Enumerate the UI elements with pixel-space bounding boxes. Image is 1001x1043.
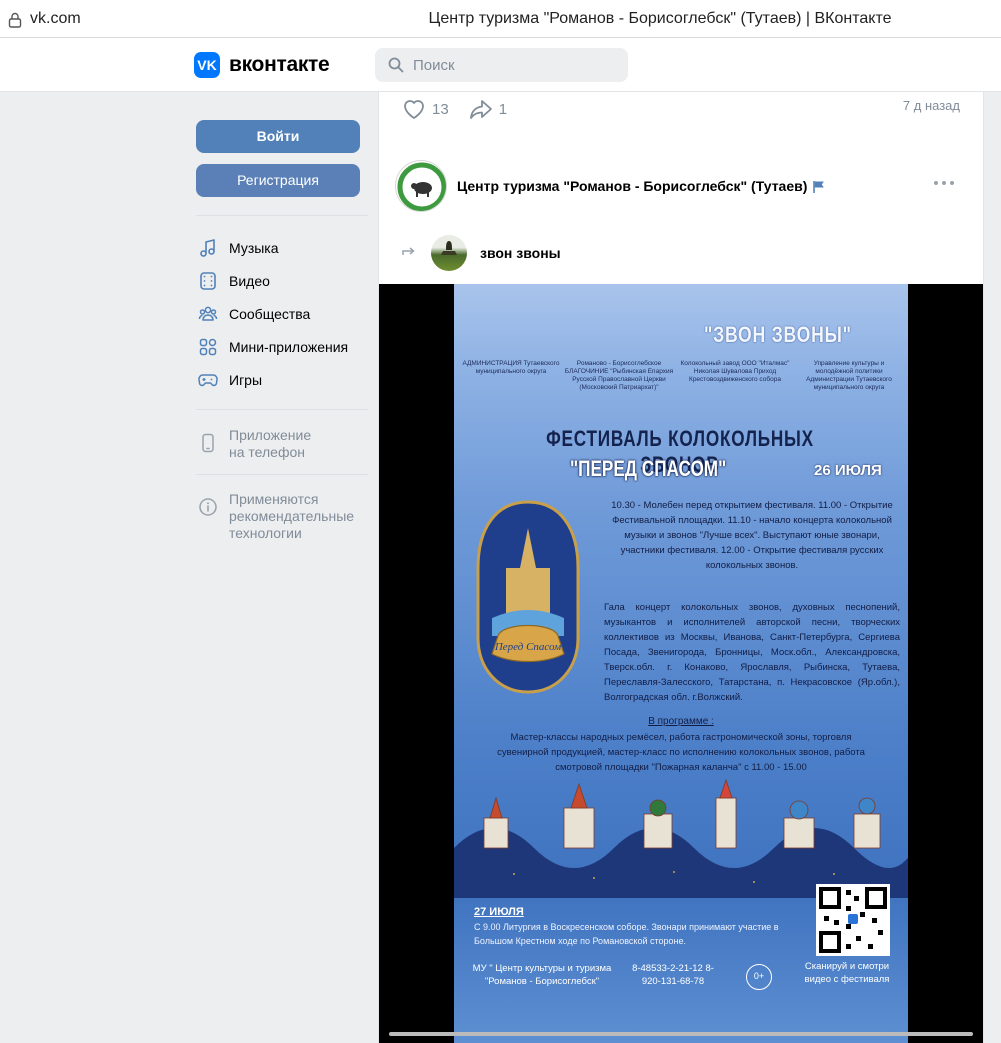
poster-org: Романово - Борисоглебское БЛАГОЧИНИЕ "Ры… bbox=[564, 360, 674, 391]
post-header: Центр туризма "Романов - Борисоглебск" (… bbox=[395, 160, 825, 212]
town-skyline-icon bbox=[454, 778, 908, 898]
sidebar-item-mini-apps[interactable]: Мини-приложения bbox=[196, 330, 368, 363]
poster-contact: МУ " Центр культуры и туризма "Романов -… bbox=[472, 963, 612, 987]
music-icon bbox=[200, 238, 215, 257]
poster-festival-name: "ПЕРЕД СПАСОМ" bbox=[570, 456, 727, 481]
feed: 13 1 7 д назад Центр туризма "Романов - … bbox=[378, 92, 984, 1043]
poster-org: АДМИНИСТРАЦИЯ Тутаевского муниципального… bbox=[462, 360, 560, 375]
poster-scan-note: Сканируй и смотри видео с фестиваля bbox=[804, 961, 890, 985]
sidebar-divider bbox=[196, 409, 368, 410]
sidebar-item-label: Видео bbox=[229, 272, 270, 289]
sidebar-item-label: Игры bbox=[229, 371, 263, 388]
sidebar-item-video[interactable]: Видео bbox=[196, 264, 368, 297]
more-options-icon[interactable] bbox=[933, 180, 955, 186]
source-avatar-image bbox=[441, 241, 457, 255]
browser-bar: vk.com Центр туризма "Романов - Борисогл… bbox=[0, 0, 1001, 38]
poster-date: 26 ИЮЛЯ bbox=[814, 462, 882, 479]
repost-source: звон звоны bbox=[401, 235, 561, 271]
author-avatar[interactable] bbox=[395, 160, 447, 212]
sidebar-item-label: Сообщества bbox=[229, 305, 311, 322]
page-tab-title: Центр туризма "Романов - Борисоглебск" (… bbox=[428, 10, 892, 27]
recs-note-line1: Применяются bbox=[229, 491, 319, 507]
poster-program-heading: В программе : bbox=[648, 716, 714, 727]
share-icon[interactable] bbox=[469, 98, 493, 120]
login-button[interactable]: Войти bbox=[196, 120, 360, 153]
gamepad-icon bbox=[198, 373, 218, 386]
recs-note-line3: технологии bbox=[229, 525, 302, 541]
poster-org: Колокольный завод ООО "Италмас" Николая … bbox=[680, 360, 790, 383]
sidebar-item-label: Музыка bbox=[229, 239, 279, 256]
source-avatar[interactable] bbox=[431, 235, 467, 271]
poster-phones: 8-48533-2-21-12 8-920-131-68-78 bbox=[632, 963, 714, 987]
poster-gala: Гала концерт колокольных звонов, духовны… bbox=[604, 602, 900, 703]
share-count: 1 bbox=[498, 100, 508, 118]
phone-icon bbox=[202, 433, 214, 453]
bell-emblem-icon: Перед Спасом bbox=[476, 500, 580, 694]
left-sidebar: Войти Регистрация Музыка Видео Сообществ… bbox=[196, 120, 368, 542]
poster-schedule: 10.30 - Молебен перед открытием фестивал… bbox=[611, 500, 893, 571]
post-time[interactable]: 7 д назад bbox=[903, 98, 960, 113]
register-button[interactable]: Регистрация bbox=[196, 164, 360, 197]
sidebar-divider bbox=[196, 474, 368, 475]
recs-note-line2: рекомендательные bbox=[229, 508, 355, 524]
apps-icon bbox=[199, 338, 217, 355]
sidebar-nav: Музыка Видео Сообщества Мини-приложения … bbox=[196, 231, 368, 396]
sidebar-item-games[interactable]: Игры bbox=[196, 363, 368, 396]
poster-age-rating: 0+ bbox=[746, 964, 772, 990]
search-box[interactable] bbox=[375, 48, 628, 82]
vk-logo-text: вконтакте bbox=[229, 53, 330, 76]
poster-org: Управление культуры и молодёжной политик… bbox=[806, 360, 892, 391]
poster-title: "ЗВОН ЗВОНЫ" bbox=[704, 322, 852, 347]
post-media[interactable]: "ЗВОН ЗВОНЫ" АДМИНИСТРАЦИЯ Тутаевского м… bbox=[379, 284, 983, 1043]
like-count: 13 bbox=[432, 100, 449, 118]
sidebar-item-communities[interactable]: Сообщества bbox=[196, 297, 368, 330]
info-icon bbox=[199, 498, 217, 516]
qr-code-icon bbox=[816, 884, 890, 956]
video-icon bbox=[200, 271, 216, 290]
festival-poster: "ЗВОН ЗВОНЫ" АДМИНИСТРАЦИЯ Тутаевского м… bbox=[454, 284, 908, 1043]
sidebar-divider bbox=[196, 215, 368, 216]
post-author-name[interactable]: Центр туризма "Романов - Борисоглебск" (… bbox=[457, 178, 807, 194]
poster-july-heading: 27 ИЮЛЯ bbox=[474, 906, 524, 918]
app-promo-line1: Приложение bbox=[229, 427, 312, 443]
prev-post-actions: 13 1 bbox=[402, 96, 527, 122]
flag-icon bbox=[813, 180, 825, 193]
bell-emblem-label: Перед Спасом bbox=[494, 641, 561, 653]
poster-july-text: С 9.00 Литургия в Воскресенском соборе. … bbox=[474, 922, 779, 946]
poster-program: Мастер-классы народных ремёсел, работа г… bbox=[497, 732, 865, 773]
sidebar-item-label: Мини-приложения bbox=[229, 338, 349, 355]
sidebar-app-promo[interactable]: Приложение на телефон bbox=[196, 427, 368, 461]
vk-logo[interactable]: VK вконтакте bbox=[194, 52, 330, 78]
repost-source-name[interactable]: звон звоны bbox=[480, 245, 561, 261]
vk-logo-icon: VK bbox=[194, 52, 220, 78]
sidebar-recs-note[interactable]: Применяются рекомендательные технологии bbox=[196, 491, 368, 542]
search-input[interactable] bbox=[413, 56, 613, 74]
site-header: VK вконтакте bbox=[0, 38, 1001, 92]
author-logo-icon bbox=[397, 162, 446, 211]
like-icon[interactable] bbox=[402, 98, 426, 120]
sidebar-item-music[interactable]: Музыка bbox=[196, 231, 368, 264]
search-icon bbox=[388, 57, 404, 73]
media-scrollbar[interactable] bbox=[389, 1032, 973, 1036]
app-promo-line2: на телефон bbox=[229, 444, 305, 460]
repost-arrow-icon bbox=[402, 247, 415, 255]
communities-icon bbox=[198, 306, 218, 321]
